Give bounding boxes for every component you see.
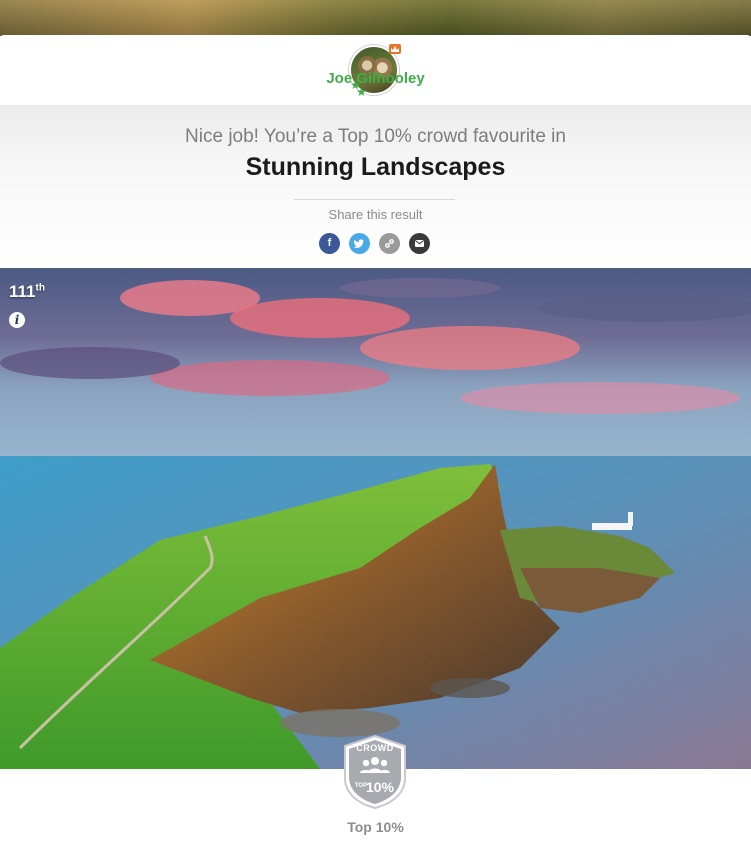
cover-photo-strip xyxy=(0,0,751,36)
result-panel: Nice job! You’re a Top 10% crowd favouri… xyxy=(0,105,751,268)
category-title[interactable]: Stunning Landscapes xyxy=(0,153,751,182)
badge-percent-text: 10% xyxy=(366,779,395,795)
share-label: Share this result xyxy=(328,207,423,222)
divider xyxy=(294,199,455,200)
info-icon[interactable]: i xyxy=(9,312,25,328)
twitter-icon xyxy=(353,239,364,248)
result-subtitle: Nice job! You’re a Top 10% crowd favouri… xyxy=(185,126,566,147)
user-name[interactable]: Joe Gilhooley xyxy=(0,70,751,87)
copy-link-button[interactable] xyxy=(379,233,400,254)
profile-card: ★ ★ Joe Gilhooley xyxy=(0,35,751,105)
rank-suffix: th xyxy=(35,282,45,294)
email-share-button[interactable] xyxy=(409,233,430,254)
twitter-share-button[interactable] xyxy=(349,233,370,254)
rank-number: 111 xyxy=(9,282,36,301)
facebook-icon: f xyxy=(327,237,332,249)
link-icon xyxy=(385,239,394,248)
badge-caption: Top 10% xyxy=(347,819,404,835)
crowd-top-10-badge: CROWD TOP 10% xyxy=(341,734,409,810)
landscape-photo[interactable] xyxy=(0,268,751,769)
star-icon: ★ xyxy=(356,85,367,99)
badge-crowd-text: CROWD xyxy=(356,743,394,753)
mail-icon xyxy=(414,240,425,247)
rank-label: 111th xyxy=(9,282,45,302)
crown-icon xyxy=(389,44,401,54)
facebook-share-button[interactable]: f xyxy=(319,233,340,254)
